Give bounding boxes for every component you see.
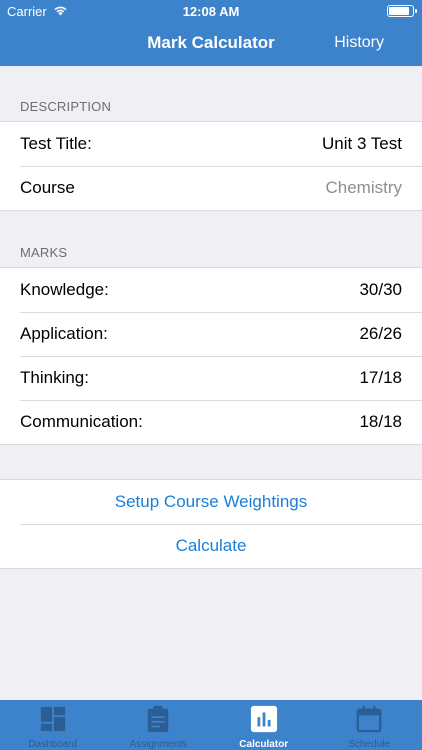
tab-schedule[interactable]: Schedule — [317, 700, 422, 750]
status-time: 12:08 AM — [182, 4, 240, 19]
tab-bar: Dashboard Assignments Calculator Schedul… — [0, 700, 422, 750]
knowledge-value[interactable]: 30/30 — [359, 280, 402, 300]
marks-group: Knowledge: 30/30 Application: 26/26 Thin… — [0, 267, 422, 445]
communication-value[interactable]: 18/18 — [359, 412, 402, 432]
thinking-label: Thinking: — [20, 368, 89, 387]
course-row[interactable]: Course Chemistry — [0, 166, 422, 210]
thinking-value[interactable]: 17/18 — [359, 368, 402, 388]
thinking-row[interactable]: Thinking: 17/18 — [0, 356, 422, 400]
calculate-button[interactable]: Calculate — [0, 524, 422, 568]
calendar-icon — [356, 705, 382, 733]
test-title-label: Test Title: — [20, 134, 92, 153]
clipboard-icon — [147, 705, 169, 733]
marks-section-header: MARKS — [20, 245, 68, 260]
tab-assignments[interactable]: Assignments — [106, 700, 212, 750]
status-bar: Carrier 12:08 AM — [0, 0, 422, 22]
application-value[interactable]: 26/26 — [359, 324, 402, 344]
application-row[interactable]: Application: 26/26 — [0, 312, 422, 356]
tab-calculator[interactable]: Calculator — [211, 700, 317, 750]
bar-chart-icon — [250, 705, 277, 733]
knowledge-label: Knowledge: — [20, 280, 109, 299]
description-group: Test Title: Unit 3 Test Course Chemistry — [0, 121, 422, 211]
course-label: Course — [20, 178, 75, 197]
knowledge-row[interactable]: Knowledge: 30/30 — [0, 268, 422, 312]
battery-icon — [387, 5, 417, 17]
top-bar: Carrier 12:08 AM Mark Calculator History — [0, 0, 422, 66]
application-label: Application: — [20, 324, 108, 343]
description-section-header: DESCRIPTION — [20, 99, 112, 114]
tab-assignments-label: Assignments — [129, 739, 187, 750]
tab-dashboard[interactable]: Dashboard — [0, 700, 106, 750]
tab-dashboard-label: Dashboard — [28, 739, 78, 750]
communication-row[interactable]: Communication: 18/18 — [0, 400, 422, 444]
test-title-value[interactable]: Unit 3 Test — [322, 134, 402, 154]
communication-label: Communication: — [20, 412, 143, 431]
test-title-row[interactable]: Test Title: Unit 3 Test — [0, 122, 422, 166]
history-button[interactable]: History — [334, 34, 384, 52]
actions-group: Setup Course Weightings Calculate — [0, 479, 422, 569]
battery-level — [389, 7, 409, 15]
setup-course-weightings-button[interactable]: Setup Course Weightings — [0, 480, 422, 524]
course-value[interactable]: Chemistry — [325, 178, 402, 198]
dashboard-icon — [40, 706, 65, 732]
tab-calculator-label: Calculator — [239, 739, 289, 750]
tab-schedule-label: Schedule — [348, 739, 391, 750]
